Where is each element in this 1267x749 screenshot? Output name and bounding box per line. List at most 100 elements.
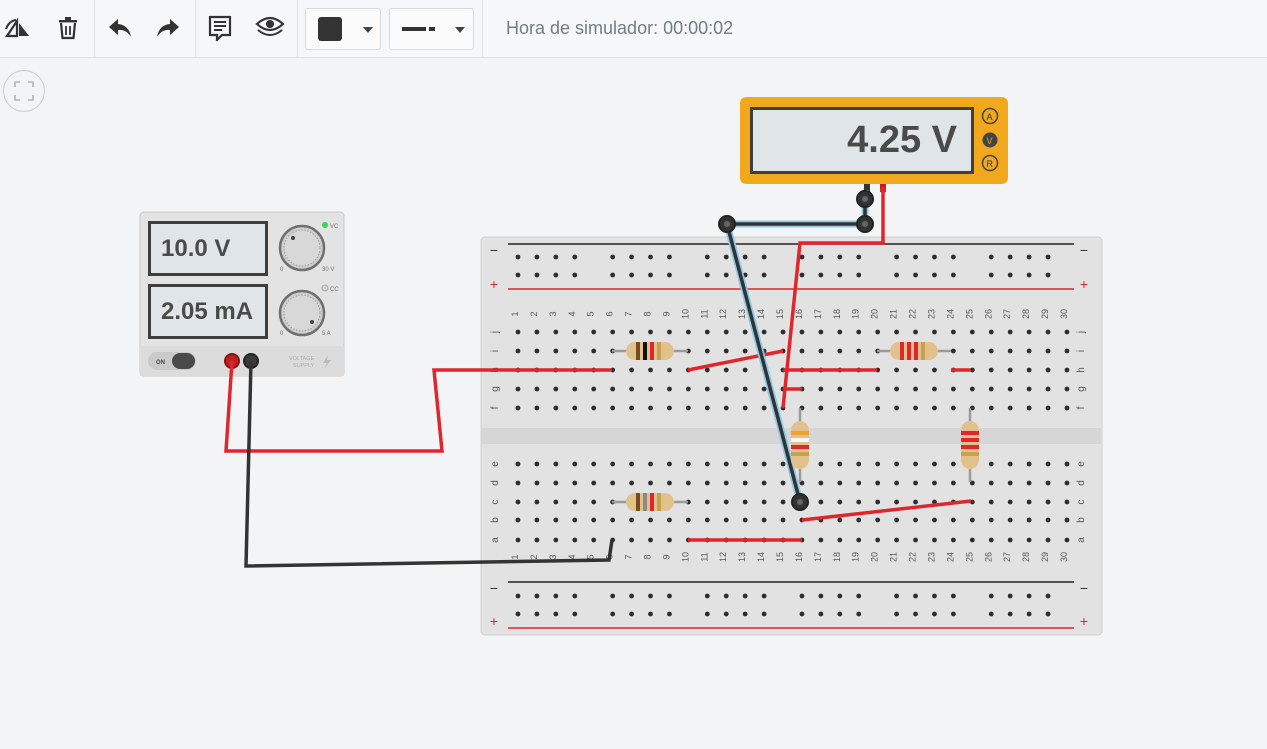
breadboard-hole xyxy=(648,386,653,392)
breadboard-hole xyxy=(837,593,843,599)
breadboard-hole xyxy=(515,611,521,617)
breadboard-hole xyxy=(761,329,767,335)
breadboard-hole xyxy=(988,254,994,260)
delete-button[interactable] xyxy=(50,10,86,46)
breadboard-hole xyxy=(818,461,824,467)
row-letter: d xyxy=(1076,480,1087,486)
breadboard-hole xyxy=(667,367,672,373)
resistor-band xyxy=(636,493,640,511)
resistor-band xyxy=(791,438,809,442)
breadboard-hole xyxy=(704,367,710,373)
breadboard-hole xyxy=(723,461,729,467)
breadboard-hole xyxy=(988,367,994,373)
breadboard-hole xyxy=(534,272,540,278)
toolbar-separator xyxy=(195,0,196,58)
breadboard-hole xyxy=(818,329,824,335)
breadboard-hole xyxy=(591,537,597,543)
breadboard-hole xyxy=(1045,254,1051,260)
breadboard-hole xyxy=(742,517,748,523)
breadboard-hole xyxy=(988,461,994,467)
breadboard-hole xyxy=(648,537,653,543)
breadboard-hole xyxy=(667,537,672,543)
column-number: 4 xyxy=(567,554,577,559)
column-number: 10 xyxy=(680,552,690,562)
breadboard-hole xyxy=(610,593,616,599)
row-letter: e xyxy=(490,461,501,467)
column-number: 13 xyxy=(737,309,747,319)
breadboard-hole xyxy=(515,329,521,335)
row-letter: b xyxy=(490,517,501,523)
breadboard-hole xyxy=(837,386,843,392)
breadboard-hole xyxy=(837,461,843,467)
breadboard-hole xyxy=(704,254,710,260)
breadboard-hole xyxy=(1007,272,1013,278)
breadboard-hole xyxy=(837,537,843,543)
breadboard-hole xyxy=(515,405,521,411)
breadboard-hole xyxy=(1026,272,1032,278)
resistor-band xyxy=(657,493,661,511)
breadboard-hole xyxy=(1064,386,1070,392)
breadboard-hole xyxy=(913,461,918,467)
mode-a-label: A xyxy=(987,112,993,122)
breadboard-hole xyxy=(856,517,862,523)
visibility-button[interactable] xyxy=(252,10,288,46)
row-letter: j xyxy=(490,331,501,334)
breadboard-hole xyxy=(742,386,748,392)
column-number: 14 xyxy=(756,309,766,319)
column-number: 6 xyxy=(605,311,615,316)
breadboard-hole xyxy=(723,329,729,335)
breadboard-hole xyxy=(988,517,994,523)
resistor-band xyxy=(961,431,979,435)
breadboard-hole xyxy=(742,461,748,467)
breadboard-hole xyxy=(704,272,710,278)
breadboard-hole xyxy=(856,611,862,617)
breadboard-hole xyxy=(742,367,748,373)
breadboard-hole xyxy=(818,348,824,354)
breadboard-hole xyxy=(629,254,634,260)
breadboard-hole xyxy=(837,272,843,278)
breadboard-hole xyxy=(818,254,824,260)
resistor-band xyxy=(900,342,904,360)
breadboard-hole xyxy=(685,405,691,411)
breadboard-hole xyxy=(704,461,710,467)
breadboard-hole xyxy=(837,329,843,335)
row-letter: b xyxy=(1076,517,1087,523)
breadboard-hole xyxy=(648,480,653,486)
breadboard-hole xyxy=(591,329,597,335)
breadboard-hole xyxy=(1045,461,1051,467)
breadboard-hole xyxy=(856,499,862,505)
breadboard-hole xyxy=(610,329,616,335)
notes-button[interactable] xyxy=(202,10,238,46)
breadboard-hole xyxy=(950,611,956,617)
breadboard-hole xyxy=(913,517,918,523)
undo-button[interactable] xyxy=(102,10,138,46)
breadboard-hole xyxy=(723,405,729,411)
breadboard-hole xyxy=(591,499,597,505)
breadboard-hole xyxy=(950,480,956,486)
brand-label: VOLTAGE xyxy=(289,356,314,362)
breadboard-hole xyxy=(856,537,862,543)
breadboard-hole xyxy=(1045,593,1051,599)
wire-style-dropdown[interactable] xyxy=(389,8,474,50)
breadboard-hole xyxy=(761,480,767,486)
resistor-band xyxy=(961,445,979,449)
breadboard-hole xyxy=(515,537,521,543)
breadboard-hole xyxy=(837,405,843,411)
wire-color-swatch xyxy=(318,17,342,41)
rotate-button[interactable] xyxy=(0,10,36,46)
chevron-down-icon xyxy=(455,27,465,33)
column-number: 18 xyxy=(832,552,842,562)
circuit-canvas[interactable]: VC CC 0 30 V 0 5 A ON VOLTAGE SUPPLY A V… xyxy=(0,59,1267,749)
breadboard-hole xyxy=(704,611,710,617)
rotate-icon xyxy=(4,17,29,38)
wire-color-dropdown[interactable] xyxy=(305,8,381,50)
breadboard-hole xyxy=(950,386,956,392)
row-letter: f xyxy=(490,406,501,409)
redo-button[interactable] xyxy=(150,10,186,46)
breadboard-hole xyxy=(572,480,578,486)
breadboard-hole xyxy=(1007,348,1013,354)
breadboard-hole xyxy=(515,499,521,505)
breadboard-hole xyxy=(685,329,691,335)
breadboard-hole xyxy=(969,517,975,523)
breadboard-hole xyxy=(534,386,540,392)
